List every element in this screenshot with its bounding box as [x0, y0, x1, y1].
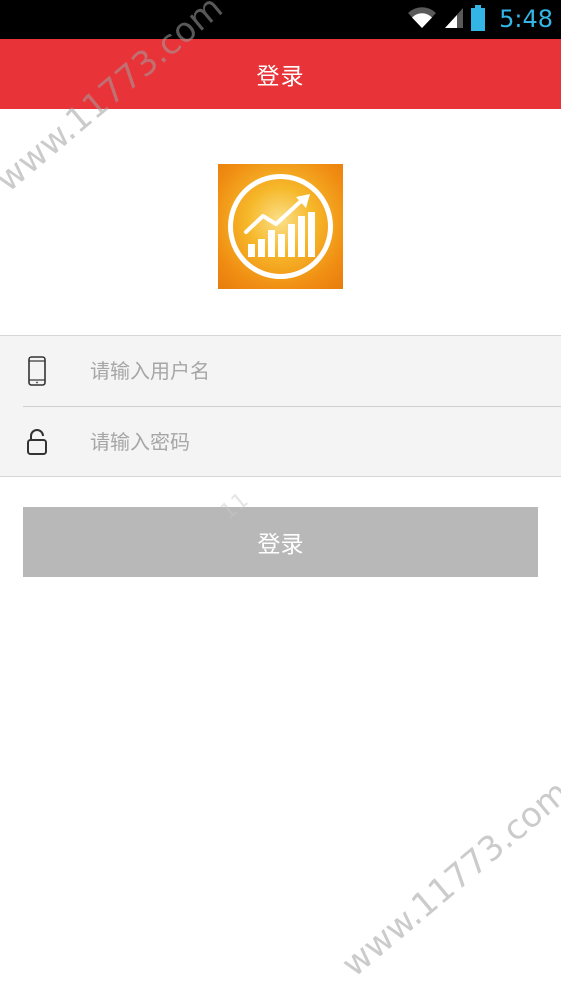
login-button[interactable]: 登录	[23, 507, 538, 577]
username-row	[0, 336, 561, 405]
status-bar: 5:48	[0, 0, 561, 39]
battery-icon	[471, 4, 486, 35]
page-title: 登录	[256, 64, 305, 90]
watermark-text: www.11773.com	[334, 772, 561, 985]
username-input[interactable]	[90, 336, 540, 405]
login-form	[0, 335, 561, 477]
status-icons: 5:48	[407, 0, 553, 39]
password-input[interactable]	[90, 407, 540, 476]
app-logo	[218, 164, 343, 289]
login-screen: 5:48 登录 请输入用户名 登录 www.11773.com 11 www.1…	[0, 0, 561, 999]
signal-icon	[443, 6, 465, 34]
growth-chart-logo	[218, 164, 343, 289]
title-bar: 登录	[0, 39, 561, 109]
password-row	[0, 407, 561, 476]
mobile-phone-icon	[22, 336, 52, 405]
wifi-icon	[407, 6, 437, 34]
unlock-icon	[22, 407, 52, 476]
status-time: 5:48	[499, 5, 553, 33]
